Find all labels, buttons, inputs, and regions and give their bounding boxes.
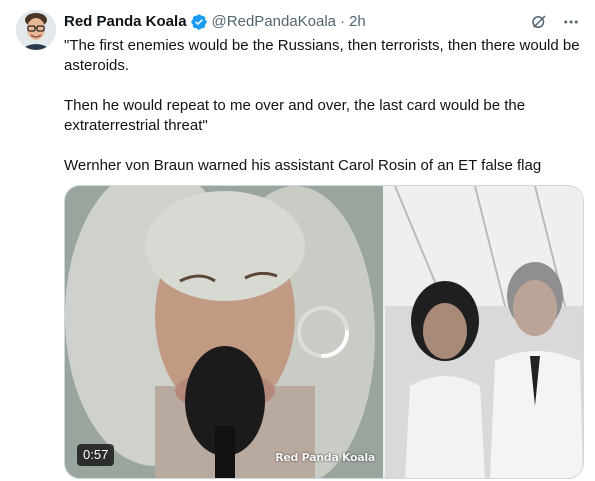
tweet-timestamp[interactable]: 2h — [349, 12, 366, 32]
grok-icon[interactable] — [529, 12, 549, 32]
loading-spinner-icon — [297, 306, 349, 358]
author-avatar[interactable] — [16, 10, 56, 50]
tweet-header: Red Panda Koala @RedPandaKoala · 2h — [64, 12, 581, 32]
tweet-media: 0:57 Red Panda Koala — [64, 185, 584, 479]
tweet-paragraph: Wernher von Braun warned his assistant C… — [64, 157, 542, 174]
photo-image-content — [385, 186, 583, 478]
photo-image[interactable] — [385, 186, 583, 478]
video-watermark: Red Panda Koala — [275, 451, 375, 464]
header-actions — [529, 12, 581, 32]
video-player[interactable]: 0:57 Red Panda Koala — [65, 186, 383, 478]
tweet-paragraph: Then he would repeat to me over and over… — [64, 97, 526, 134]
author-handle[interactable]: @RedPandaKoala — [212, 12, 336, 32]
tweet-paragraph: "The first enemies would be the Russians… — [64, 37, 580, 74]
verified-badge-icon — [190, 13, 208, 31]
video-duration-badge: 0:57 — [77, 444, 115, 466]
separator-dot: · — [340, 13, 346, 30]
tweet-text: "The first enemies would be the Russians… — [64, 36, 584, 176]
avatar-image — [16, 10, 56, 50]
more-options-icon[interactable] — [561, 12, 581, 32]
author-name[interactable]: Red Panda Koala — [64, 12, 187, 32]
